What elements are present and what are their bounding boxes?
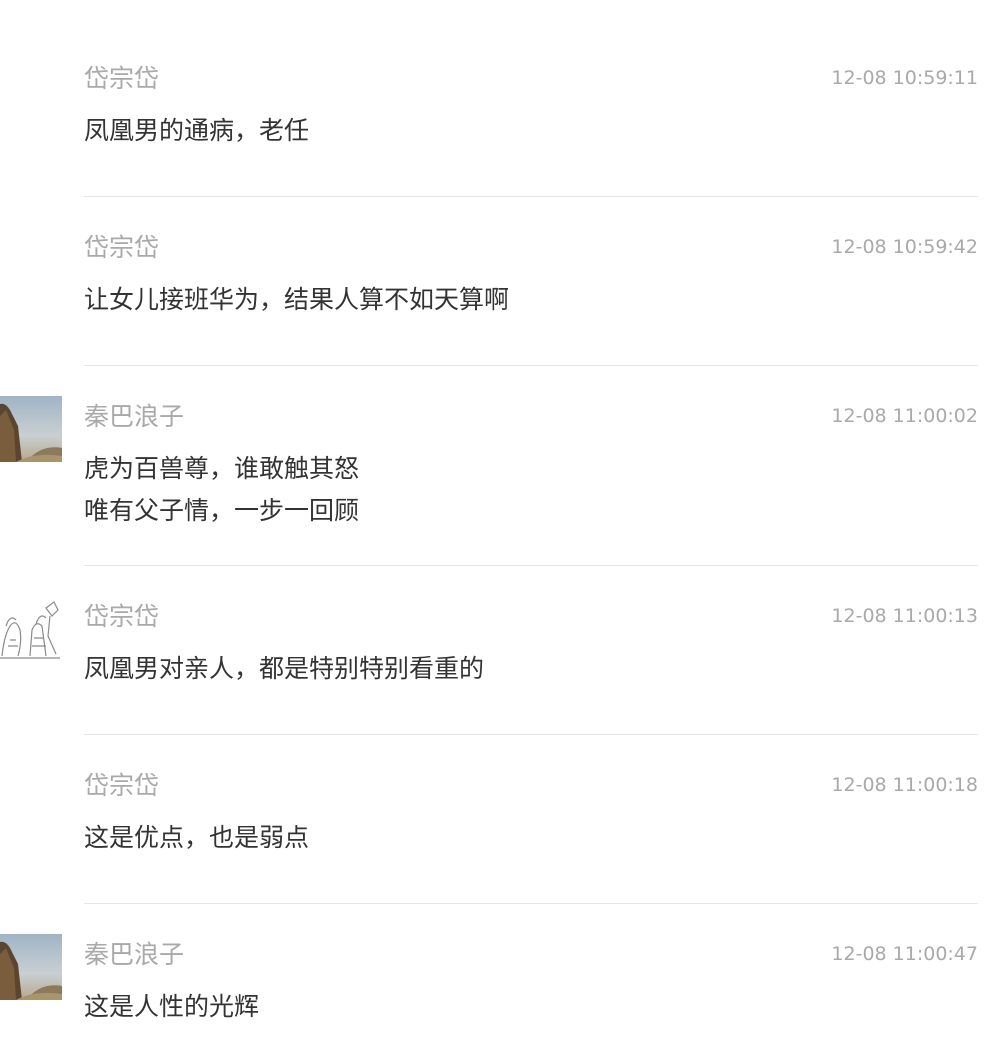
comment-text-line: 唯有父子情，一步一回顾	[84, 496, 360, 525]
comment-username[interactable]: 岱宗岱	[84, 64, 159, 94]
landscape-photo-icon	[0, 934, 62, 1000]
avatar[interactable]	[0, 934, 62, 1000]
comment-username[interactable]: 秦巴浪子	[84, 940, 184, 970]
avatar[interactable]	[0, 596, 62, 662]
comment-text: 让女儿接班华为，结果人算不如天算啊	[84, 279, 509, 321]
comment-username[interactable]: 岱宗岱	[84, 602, 159, 632]
comment-divider	[84, 734, 978, 735]
comment-username[interactable]: 秦巴浪子	[84, 402, 184, 432]
comment-username[interactable]: 岱宗岱	[84, 771, 159, 801]
comment-timestamp: 12-08 11:00:02	[831, 405, 978, 427]
comment-text-line: 凤凰男对亲人，都是特别特别看重的	[84, 654, 485, 683]
comment-timestamp: 12-08 10:59:11	[831, 67, 978, 89]
landscape-photo-icon	[0, 396, 62, 462]
comment-divider	[84, 565, 978, 566]
comment-text: 凤凰男对亲人，都是特别特别看重的	[84, 648, 484, 690]
comment-text-line: 这是优点，也是弱点	[84, 823, 310, 852]
comment-timestamp: 12-08 11:00:18	[831, 774, 978, 796]
comment-divider	[84, 196, 978, 197]
comment-text-line: 让女儿接班华为，结果人算不如天算啊	[84, 285, 510, 314]
comment-username[interactable]: 岱宗岱	[84, 233, 159, 263]
comment-text-line: 这是人性的光辉	[84, 992, 260, 1021]
comment-timestamp: 12-08 11:00:13	[831, 605, 978, 627]
comment-text-line: 凤凰男的通病，老任	[84, 116, 310, 145]
comment-timestamp: 12-08 10:59:42	[831, 236, 978, 258]
comment-text: 凤凰男的通病，老任	[84, 110, 309, 152]
comment-text: 虎为百兽尊，谁敢触其怒 唯有父子情，一步一回顾	[84, 448, 359, 532]
comment-timestamp: 12-08 11:00:47	[831, 943, 978, 965]
comment-list: 岱宗岱 12-08 10:59:11 凤凰男的通病，老任 岱宗岱 12-08 1…	[0, 0, 987, 1041]
comment-text-line: 虎为百兽尊，谁敢触其怒	[84, 454, 360, 483]
sketch-drawing-icon	[0, 596, 62, 662]
comment-text: 这是人性的光辉	[84, 986, 259, 1028]
comment-text: 这是优点，也是弱点	[84, 817, 309, 859]
comment-divider	[84, 365, 978, 366]
avatar[interactable]	[0, 396, 62, 462]
comment-divider	[84, 903, 978, 904]
